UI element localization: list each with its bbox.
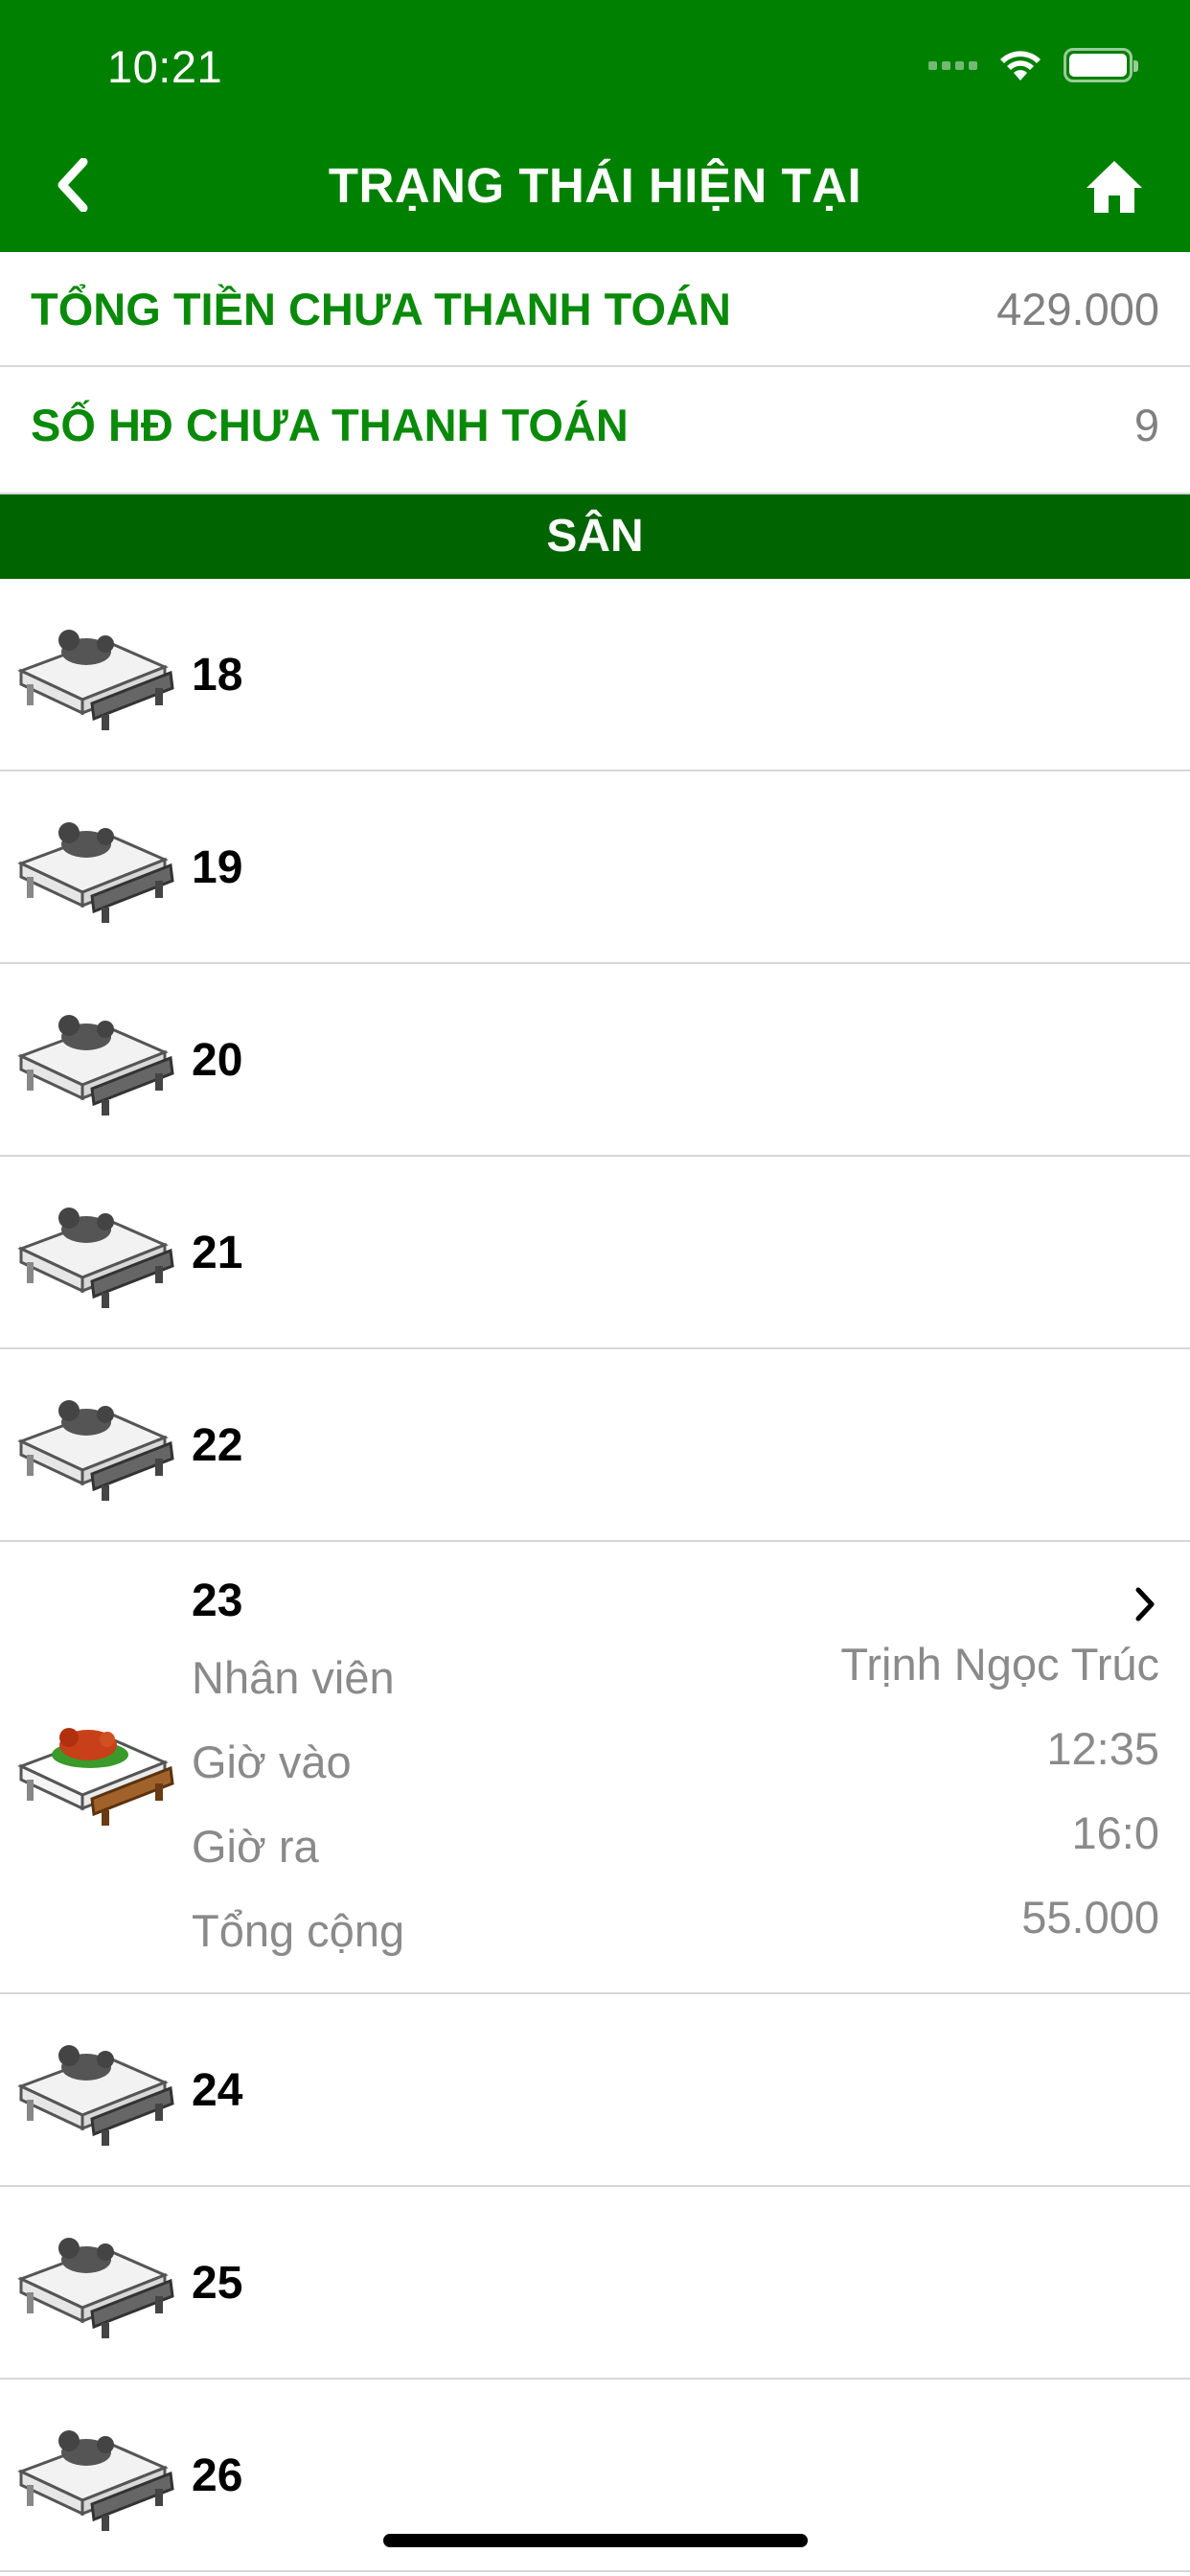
table-row[interactable]: 24: [0, 1994, 1190, 2187]
table-name: 19: [192, 842, 243, 893]
home-button[interactable]: [1077, 153, 1152, 220]
table-name: 21: [192, 1228, 243, 1278]
empty-table-icon: [11, 611, 176, 736]
table-name: 22: [192, 1420, 243, 1471]
table-row[interactable]: 25: [0, 2187, 1190, 2380]
cellular-signal-icon: [928, 60, 977, 70]
table-row[interactable]: 23 Nhân viên Trịnh Ngọc Trúc Giờ vào 12:35 Gi…: [0, 1542, 1190, 1994]
table-row[interactable]: 18: [0, 579, 1190, 771]
total-unpaid-label: TỔNG TIỀN CHƯA THANH TOÁN: [31, 284, 731, 334]
detail-value: Trịnh Ngọc Trúc: [840, 1639, 1159, 1690]
detail-value: 16:0: [1071, 1807, 1159, 1858]
table-row[interactable]: 20: [0, 964, 1190, 1157]
empty-table-icon: [11, 1382, 176, 1506]
detail-label: Giờ ra: [192, 1821, 319, 1872]
table-name: 25: [192, 2258, 243, 2309]
table-name: 18: [192, 650, 243, 701]
status-icons: [928, 46, 1138, 84]
chevron-right-icon[interactable]: [1131, 1580, 1159, 1628]
unpaid-invoices-label: SỐ HĐ CHƯA THANH TOÁN: [31, 400, 629, 450]
wifi-icon: [1000, 51, 1041, 80]
detail-label: Tổng cộng: [192, 1905, 405, 1956]
battery-icon: [1064, 48, 1138, 82]
empty-table-icon: [11, 2412, 176, 2537]
table-row[interactable]: 21: [0, 1157, 1190, 1349]
table-name: 23: [192, 1576, 243, 1626]
empty-table-icon: [11, 2027, 176, 2151]
unpaid-invoices-value: 9: [1133, 400, 1159, 450]
detail-label: Nhân viên: [192, 1652, 395, 1703]
total-unpaid-value: 429.000: [996, 284, 1159, 334]
detail-value: 55.000: [1021, 1892, 1159, 1943]
empty-table-icon: [11, 997, 176, 1121]
occupied-table-icon: [11, 1707, 176, 1831]
detail-label: Giờ vào: [192, 1736, 352, 1787]
app-header: 10:21 TRẠNG THÁI HIỆN TẠI: [0, 0, 1190, 252]
unpaid-invoices-row: SỐ HĐ CHƯA THANH TOÁN 9: [0, 368, 1190, 494]
table-row[interactable]: 22: [0, 1349, 1190, 1542]
table-list: 18 19 20 21 22 23 Nhân viên Trịnh Ngọc T…: [0, 579, 1190, 2572]
detail-line: Giờ ra 16:0: [192, 1807, 1159, 1875]
detail-line: Nhân viên Trịnh Ngọc Trúc: [192, 1639, 1159, 1707]
empty-table-icon: [11, 2220, 176, 2344]
page-title: TRẠNG THÁI HIỆN TẠI: [328, 158, 862, 213]
table-row[interactable]: 19: [0, 771, 1190, 964]
empty-table-icon: [11, 804, 176, 929]
detail-value: 12:35: [1046, 1723, 1159, 1774]
home-indicator[interactable]: [383, 2534, 808, 2547]
status-time: 10:21: [107, 41, 223, 92]
table-name: 26: [192, 2450, 243, 2501]
empty-table-icon: [11, 1189, 176, 1314]
home-icon: [1087, 161, 1142, 213]
detail-line: Giờ vào 12:35: [192, 1723, 1159, 1791]
detail-line: Tổng cộng 55.000: [192, 1892, 1159, 1960]
section-header: SÂN: [0, 494, 1190, 579]
table-name: 24: [192, 2065, 243, 2116]
table-name: 20: [192, 1035, 243, 1086]
total-unpaid-row: TỔNG TIỀN CHƯA THANH TOÁN 429.000: [0, 252, 1190, 367]
